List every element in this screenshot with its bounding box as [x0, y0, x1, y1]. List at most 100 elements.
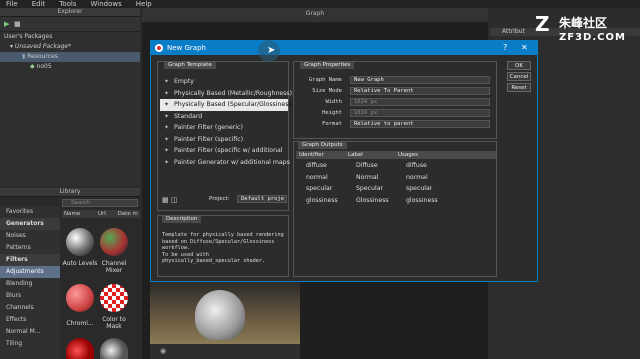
property-field[interactable]: Relative to parent — [350, 120, 490, 128]
node-row[interactable]: ◆ no05 — [0, 62, 140, 72]
3d-view[interactable] — [150, 282, 300, 344]
template-item[interactable]: ✦ Painter Generator w/ additional maps — [160, 157, 290, 169]
dialog-titlebar[interactable]: New Graph ? ✕ — [151, 41, 537, 55]
description-text: Template for physically based rendering … — [162, 232, 284, 264]
template-item[interactable]: ✦ Painter Filter (specific) — [160, 134, 288, 146]
col-url[interactable]: Url — [98, 211, 106, 217]
view-icons[interactable]: ▦ ◫ — [162, 196, 177, 204]
thumb-label: Channel Mixer — [101, 260, 127, 274]
template-label: Physically Based (Metallic/Roughness) — [174, 89, 293, 97]
description-title: Description — [162, 216, 202, 223]
library-category[interactable]: Noises — [0, 230, 60, 242]
col-identifier[interactable]: Identifier — [299, 151, 324, 159]
template-item[interactable]: ✦ Physically Based (Metallic/Roughness) — [160, 88, 292, 100]
cursor-icon: ➤ — [267, 45, 276, 56]
template-icon: ✦ — [164, 78, 170, 85]
library-category[interactable]: Normal M... — [0, 326, 60, 338]
cancel-button[interactable]: Cancel — [507, 72, 531, 81]
library-category[interactable]: Filters — [0, 254, 60, 266]
menu-help[interactable]: Help — [136, 0, 152, 8]
output-row[interactable]: diffuse Diffuse diffuse — [306, 160, 496, 172]
output-cell: specular — [306, 185, 333, 192]
help-icon[interactable]: ? — [503, 41, 507, 55]
library-category[interactable]: Patterns — [0, 242, 60, 254]
reset-button[interactable]: Reset — [507, 83, 531, 92]
library-category[interactable]: Channels — [0, 302, 60, 314]
output-row[interactable]: normal Normal normal — [306, 172, 496, 184]
node-label: no05 — [36, 63, 52, 70]
template-group: Graph Template ✦ Empty ✦ Physically Based (… — [157, 61, 294, 211]
template-icon: ✦ — [164, 112, 170, 120]
col-label[interactable]: Label — [348, 151, 363, 159]
dialog-title: New Graph — [167, 44, 206, 52]
library-category[interactable]: Tiling — [0, 338, 60, 350]
close-icon[interactable]: ✕ — [521, 41, 528, 55]
explorer-panel: Explorer ▶ ■ User's Packages ▾ Unsaved P… — [0, 8, 140, 186]
ok-button[interactable]: OK — [507, 61, 531, 70]
thumbnail-partial[interactable] — [66, 338, 94, 359]
thumb-color-to-mask[interactable] — [100, 284, 128, 312]
save-icon[interactable]: ■ — [14, 20, 21, 28]
template-label: Painter Filter (specific w/ additional — [174, 147, 283, 154]
library-header: Library — [0, 188, 140, 197]
play-icon[interactable]: ▶ — [4, 20, 9, 28]
library-category[interactable]: Blending — [0, 278, 60, 290]
menu-edit[interactable]: Edit — [32, 0, 46, 8]
col-date[interactable]: Date m — [118, 211, 138, 217]
resources-label: Resources — [27, 53, 58, 60]
thumb-channel-mixer[interactable] — [100, 228, 128, 256]
library-category[interactable]: Effects — [0, 314, 60, 326]
menu-file[interactable]: File — [6, 0, 18, 8]
output-cell: diffuse — [306, 162, 327, 169]
thumbnail-partial[interactable] — [100, 338, 128, 359]
output-row[interactable]: glossiness Glossiness glossiness — [306, 195, 496, 207]
property-label: Graph Name — [308, 77, 342, 83]
property-row: Height 1024 px — [294, 109, 494, 120]
color-to-mask-thumbnail — [100, 284, 128, 312]
template-item[interactable]: ✦ Standard — [160, 111, 288, 123]
thumb-label: Chromi... — [66, 320, 94, 327]
project-select[interactable]: Default proje — [237, 195, 287, 203]
template-label: Empty — [174, 78, 194, 85]
output-row[interactable]: specular Specular specular — [306, 183, 496, 195]
menu-tools[interactable]: Tools — [59, 0, 76, 8]
properties-title: Graph Properties — [300, 62, 355, 69]
resources-row[interactable]: ▮ Resources — [0, 52, 140, 62]
template-icon: ✦ — [164, 101, 170, 108]
menu-windows[interactable]: Windows — [91, 0, 122, 8]
property-row: Graph Name New Graph — [294, 76, 494, 87]
template-icon: ✦ — [164, 135, 170, 143]
property-field[interactable]: 1024 px — [350, 98, 490, 106]
template-item[interactable]: ✦ Physically Based (Specular/Glossiness) — [160, 99, 294, 111]
library-category[interactable]: Generators — [0, 218, 60, 230]
property-field[interactable]: Relative To Parent — [350, 87, 490, 95]
explorer-toolbar: ▶ ■ — [0, 17, 140, 32]
logo-z-icon: Z — [535, 12, 550, 36]
library-categories: Favorites Generators Noises Patterns Filters… — [0, 206, 60, 359]
camera-icon[interactable]: ◉ — [160, 347, 166, 355]
property-label: Width — [325, 99, 342, 105]
output-cell: specular — [406, 185, 433, 192]
template-item[interactable]: ✦ Empty — [160, 76, 288, 88]
watermark-cn: 朱峰社区 — [559, 16, 608, 30]
property-row: Size Mode Relative To Parent — [294, 87, 494, 98]
template-label: Physically Based (Specular/Glossiness) — [174, 101, 295, 108]
property-field[interactable]: 1024 px — [350, 109, 490, 117]
package-label: Unsaved Package* — [14, 43, 72, 50]
package-row[interactable]: ▾ Unsaved Package* — [0, 42, 140, 52]
library-category[interactable]: Adjustments — [0, 266, 60, 278]
template-item[interactable]: ✦ Painter Filter (generic) — [160, 122, 288, 134]
preview-mesh — [195, 290, 245, 340]
library-category[interactable]: Favorites — [0, 206, 60, 218]
col-name[interactable]: Name — [64, 211, 80, 217]
outputs-header: Identifier Label Usages — [296, 151, 496, 159]
thumb-chromi[interactable] — [66, 284, 94, 312]
property-field[interactable]: New Graph — [350, 76, 490, 84]
library-category[interactable]: Blurs — [0, 290, 60, 302]
col-usages[interactable]: Usages — [398, 151, 418, 159]
template-item[interactable]: ✦ Painter Filter (specific w/ additional — [160, 145, 288, 157]
3d-view-toolbar: ◉ — [150, 344, 300, 359]
thumb-auto-levels[interactable] — [66, 228, 94, 256]
template-list: ✦ Empty ✦ Physically Based (Metallic/Roughn… — [160, 76, 294, 169]
library-search-input[interactable]: Search — [62, 199, 138, 207]
